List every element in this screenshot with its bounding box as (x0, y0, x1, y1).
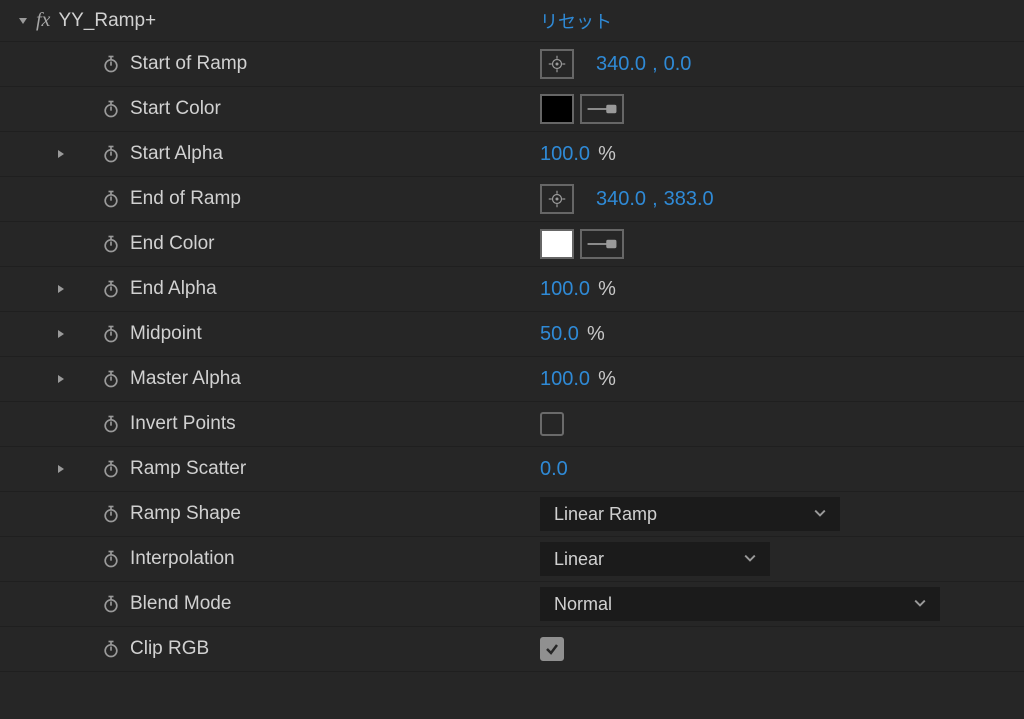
point-x-value[interactable]: 340.0 (596, 188, 646, 211)
prop-label: Midpoint (130, 323, 202, 345)
dropdown-value: Normal (554, 594, 612, 615)
stopwatch-icon[interactable] (96, 189, 126, 209)
prop-row-ramp-scatter: ◆ Ramp Scatter 0.0 (0, 447, 1024, 492)
prop-label: Master Alpha (130, 368, 241, 390)
stopwatch-icon[interactable] (96, 279, 126, 299)
stopwatch-icon[interactable] (96, 324, 126, 344)
dropdown-interpolation[interactable]: Linear (540, 542, 770, 576)
color-swatch[interactable] (540, 94, 574, 124)
prop-label: End Alpha (130, 278, 217, 300)
expand-icon[interactable] (46, 374, 76, 384)
unit-label: % (598, 143, 616, 166)
prop-row-blend-mode: ◆ Blend Mode Normal (0, 582, 1024, 627)
point-y-value[interactable]: 383.0 (664, 188, 714, 211)
stopwatch-icon[interactable] (96, 234, 126, 254)
point-target-button[interactable] (540, 49, 574, 79)
unit-label: % (598, 278, 616, 301)
effect-name[interactable]: YY_Ramp+ (58, 10, 156, 32)
numeric-value[interactable]: 100.0 (540, 368, 590, 391)
prop-row-start-color: ◆ Start Color (0, 87, 1024, 132)
prop-row-start-alpha: ◆ Start Alpha 100.0 % (0, 132, 1024, 177)
dropdown-blend-mode[interactable]: Normal (540, 587, 940, 621)
coord-separator: , (652, 53, 658, 76)
numeric-value[interactable]: 50.0 (540, 323, 579, 346)
prop-label: Interpolation (130, 548, 235, 570)
stopwatch-icon[interactable] (96, 549, 126, 569)
checkbox-checked[interactable] (540, 637, 564, 661)
numeric-value[interactable]: 100.0 (540, 143, 590, 166)
point-target-button[interactable] (540, 184, 574, 214)
stopwatch-icon[interactable] (96, 99, 126, 119)
prop-label: Blend Mode (130, 593, 231, 615)
prop-label: Start Alpha (130, 143, 223, 165)
prop-label: End Color (130, 233, 215, 255)
expand-icon[interactable] (46, 464, 76, 474)
prop-row-end-alpha: ◆ End Alpha 100.0 % (0, 267, 1024, 312)
prop-row-start-of-ramp: ◆ Start of Ramp 340.0 , 0.0 (0, 42, 1024, 87)
point-x-value[interactable]: 340.0 (596, 53, 646, 76)
stopwatch-icon[interactable] (96, 54, 126, 74)
stopwatch-icon[interactable] (96, 414, 126, 434)
stopwatch-icon[interactable] (96, 504, 126, 524)
prop-row-end-of-ramp: ◆ End of Ramp 340.0 , 383.0 (0, 177, 1024, 222)
prop-label: Invert Points (130, 413, 236, 435)
stopwatch-icon[interactable] (96, 594, 126, 614)
prop-row-clip-rgb: ◆ Clip RGB (0, 627, 1024, 672)
expand-icon[interactable] (46, 149, 76, 159)
prop-label: Clip RGB (130, 638, 209, 660)
prop-row-end-color: ◆ End Color (0, 222, 1024, 267)
reset-link[interactable]: リセット (540, 8, 612, 34)
coord-separator: , (652, 188, 658, 211)
fx-icon[interactable]: fx (36, 9, 54, 32)
collapse-effect-icon[interactable] (8, 16, 38, 26)
checkbox-unchecked[interactable] (540, 412, 564, 436)
stopwatch-icon[interactable] (96, 369, 126, 389)
dropdown-value: Linear Ramp (554, 504, 657, 525)
prop-label: Start of Ramp (130, 53, 247, 75)
numeric-value[interactable]: 100.0 (540, 278, 590, 301)
eyedropper-button[interactable] (580, 229, 624, 259)
point-y-value[interactable]: 0.0 (664, 53, 692, 76)
stopwatch-icon[interactable] (96, 639, 126, 659)
prop-label: Ramp Scatter (130, 458, 246, 480)
dropdown-value: Linear (554, 549, 604, 570)
effect-header-row: fx YY_Ramp+ リセット (0, 0, 1024, 42)
unit-label: % (587, 323, 605, 346)
chevron-down-icon (744, 551, 756, 567)
color-swatch[interactable] (540, 229, 574, 259)
chevron-down-icon (914, 596, 926, 612)
numeric-value[interactable]: 0.0 (540, 458, 568, 481)
prop-row-ramp-shape: ◆ Ramp Shape Linear Ramp (0, 492, 1024, 537)
prop-row-invert-points: ◆ Invert Points (0, 402, 1024, 447)
stopwatch-icon[interactable] (96, 144, 126, 164)
prop-row-interpolation: ◆ Interpolation Linear (0, 537, 1024, 582)
dropdown-ramp-shape[interactable]: Linear Ramp (540, 497, 840, 531)
unit-label: % (598, 368, 616, 391)
chevron-down-icon (814, 506, 826, 522)
effect-controls-panel: fx YY_Ramp+ リセット ◆ Start of Ramp 340.0 ,… (0, 0, 1024, 672)
stopwatch-icon[interactable] (96, 459, 126, 479)
prop-label: End of Ramp (130, 188, 241, 210)
expand-icon[interactable] (46, 329, 76, 339)
expand-icon[interactable] (46, 284, 76, 294)
eyedropper-button[interactable] (580, 94, 624, 124)
prop-row-master-alpha: ◆ Master Alpha 100.0 % (0, 357, 1024, 402)
prop-label: Ramp Shape (130, 503, 241, 525)
prop-row-midpoint: ◆ Midpoint 50.0 % (0, 312, 1024, 357)
prop-label: Start Color (130, 98, 221, 120)
